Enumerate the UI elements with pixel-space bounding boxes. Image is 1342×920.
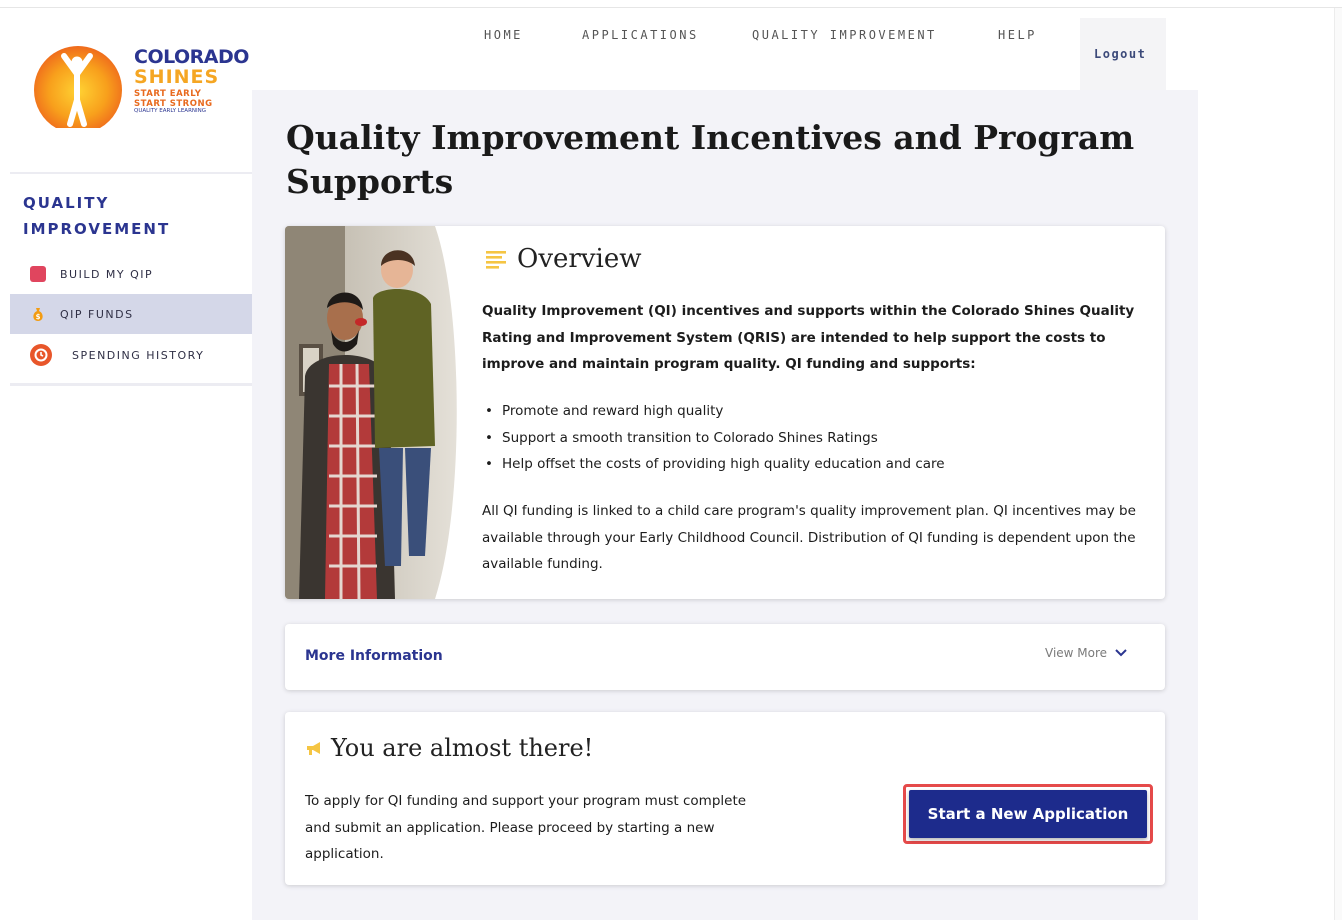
list-lines-icon — [486, 251, 506, 269]
sun-logo-icon — [34, 46, 122, 128]
view-more-label: View More — [1045, 646, 1108, 660]
sidebar-title-line1: QUALITY — [23, 194, 110, 212]
overview-header: Overview — [485, 244, 641, 274]
megaphone-icon — [307, 742, 320, 755]
chevron-down-icon — [1115, 649, 1127, 657]
sidebar-item-spending-history[interactable]: SPENDING HISTORY — [10, 335, 252, 375]
logo-line-start-early: START EARLY — [134, 89, 202, 99]
sidebar-item-label: QIP FUNDS — [60, 307, 134, 321]
sidebar-title-line2: IMPROVEMENT — [23, 220, 171, 238]
clipboard-icon — [30, 266, 46, 282]
nav-quality-improvement[interactable]: QUALITY IMPROVEMENT — [752, 28, 937, 42]
main-content: Quality Improvement Incentives and Progr… — [252, 90, 1198, 920]
list-item: Help offset the costs of providing high … — [482, 451, 1152, 478]
overview-title: Overview — [517, 244, 642, 274]
nav-help[interactable]: HELP — [998, 28, 1037, 42]
top-border — [0, 0, 1342, 8]
start-new-application-button[interactable]: Start a New Application — [909, 790, 1147, 838]
money-bag-icon: $ — [33, 308, 43, 321]
logo-line-start-strong: START STRONG — [134, 98, 213, 109]
list-item: Promote and reward high quality — [482, 398, 1152, 425]
view-more-toggle[interactable]: View More — [1045, 646, 1127, 660]
almost-there-title: You are almost there! — [331, 734, 594, 762]
history-icon — [30, 344, 52, 366]
logo-line-shines: SHINES — [134, 66, 220, 88]
more-information-card[interactable]: More Information View More — [285, 624, 1165, 690]
sidebar-item-build-my-qip[interactable]: BUILD MY QIP — [10, 254, 252, 294]
sidebar-item-label: BUILD MY QIP — [60, 267, 154, 281]
logout-tab[interactable]: Logout — [1080, 18, 1166, 90]
logout-link[interactable]: Logout — [1094, 47, 1146, 61]
almost-there-text: To apply for QI funding and support your… — [305, 793, 747, 862]
colorado-shines-logo[interactable]: COLORADO SHINES START EARLY START STRONG… — [30, 44, 249, 139]
sidebar: QUALITY IMPROVEMENT BUILD MY QIP $ QIP F… — [10, 172, 252, 386]
start-new-application-highlight[interactable]: Start a New Application — [903, 784, 1153, 844]
overview-paragraph-2: All QI funding is linked to a child care… — [482, 503, 1136, 572]
logo-line-colorado: COLORADO — [134, 46, 249, 68]
sidebar-title: QUALITY IMPROVEMENT — [23, 190, 170, 242]
sidebar-item-label: SPENDING HISTORY — [72, 348, 205, 362]
overview-bullet-list: Promote and reward high quality Support … — [482, 398, 1152, 478]
page-title: Quality Improvement Incentives and Progr… — [286, 118, 1135, 201]
almost-there-card: You are almost there! To apply for QI fu… — [285, 712, 1165, 885]
logo-line-tagline: QUALITY EARLY LEARNING — [134, 108, 207, 114]
sidebar-item-qip-funds[interactable]: $ QIP FUNDS — [10, 294, 252, 334]
overview-paragraph: Quality Improvement (QI) incentives and … — [482, 303, 1135, 372]
almost-there-header: You are almost there! — [305, 734, 593, 762]
list-item: Support a smooth transition to Colorado … — [482, 425, 1152, 452]
overview-card: Overview Quality Improvement (QI) incent… — [285, 226, 1165, 599]
family-photo — [285, 226, 463, 599]
more-information-link[interactable]: More Information — [305, 648, 443, 664]
nav-home[interactable]: HOME — [484, 28, 523, 42]
svg-text:$: $ — [36, 313, 41, 321]
scrollbar[interactable] — [1334, 8, 1342, 920]
nav-applications[interactable]: APPLICATIONS — [582, 28, 699, 42]
